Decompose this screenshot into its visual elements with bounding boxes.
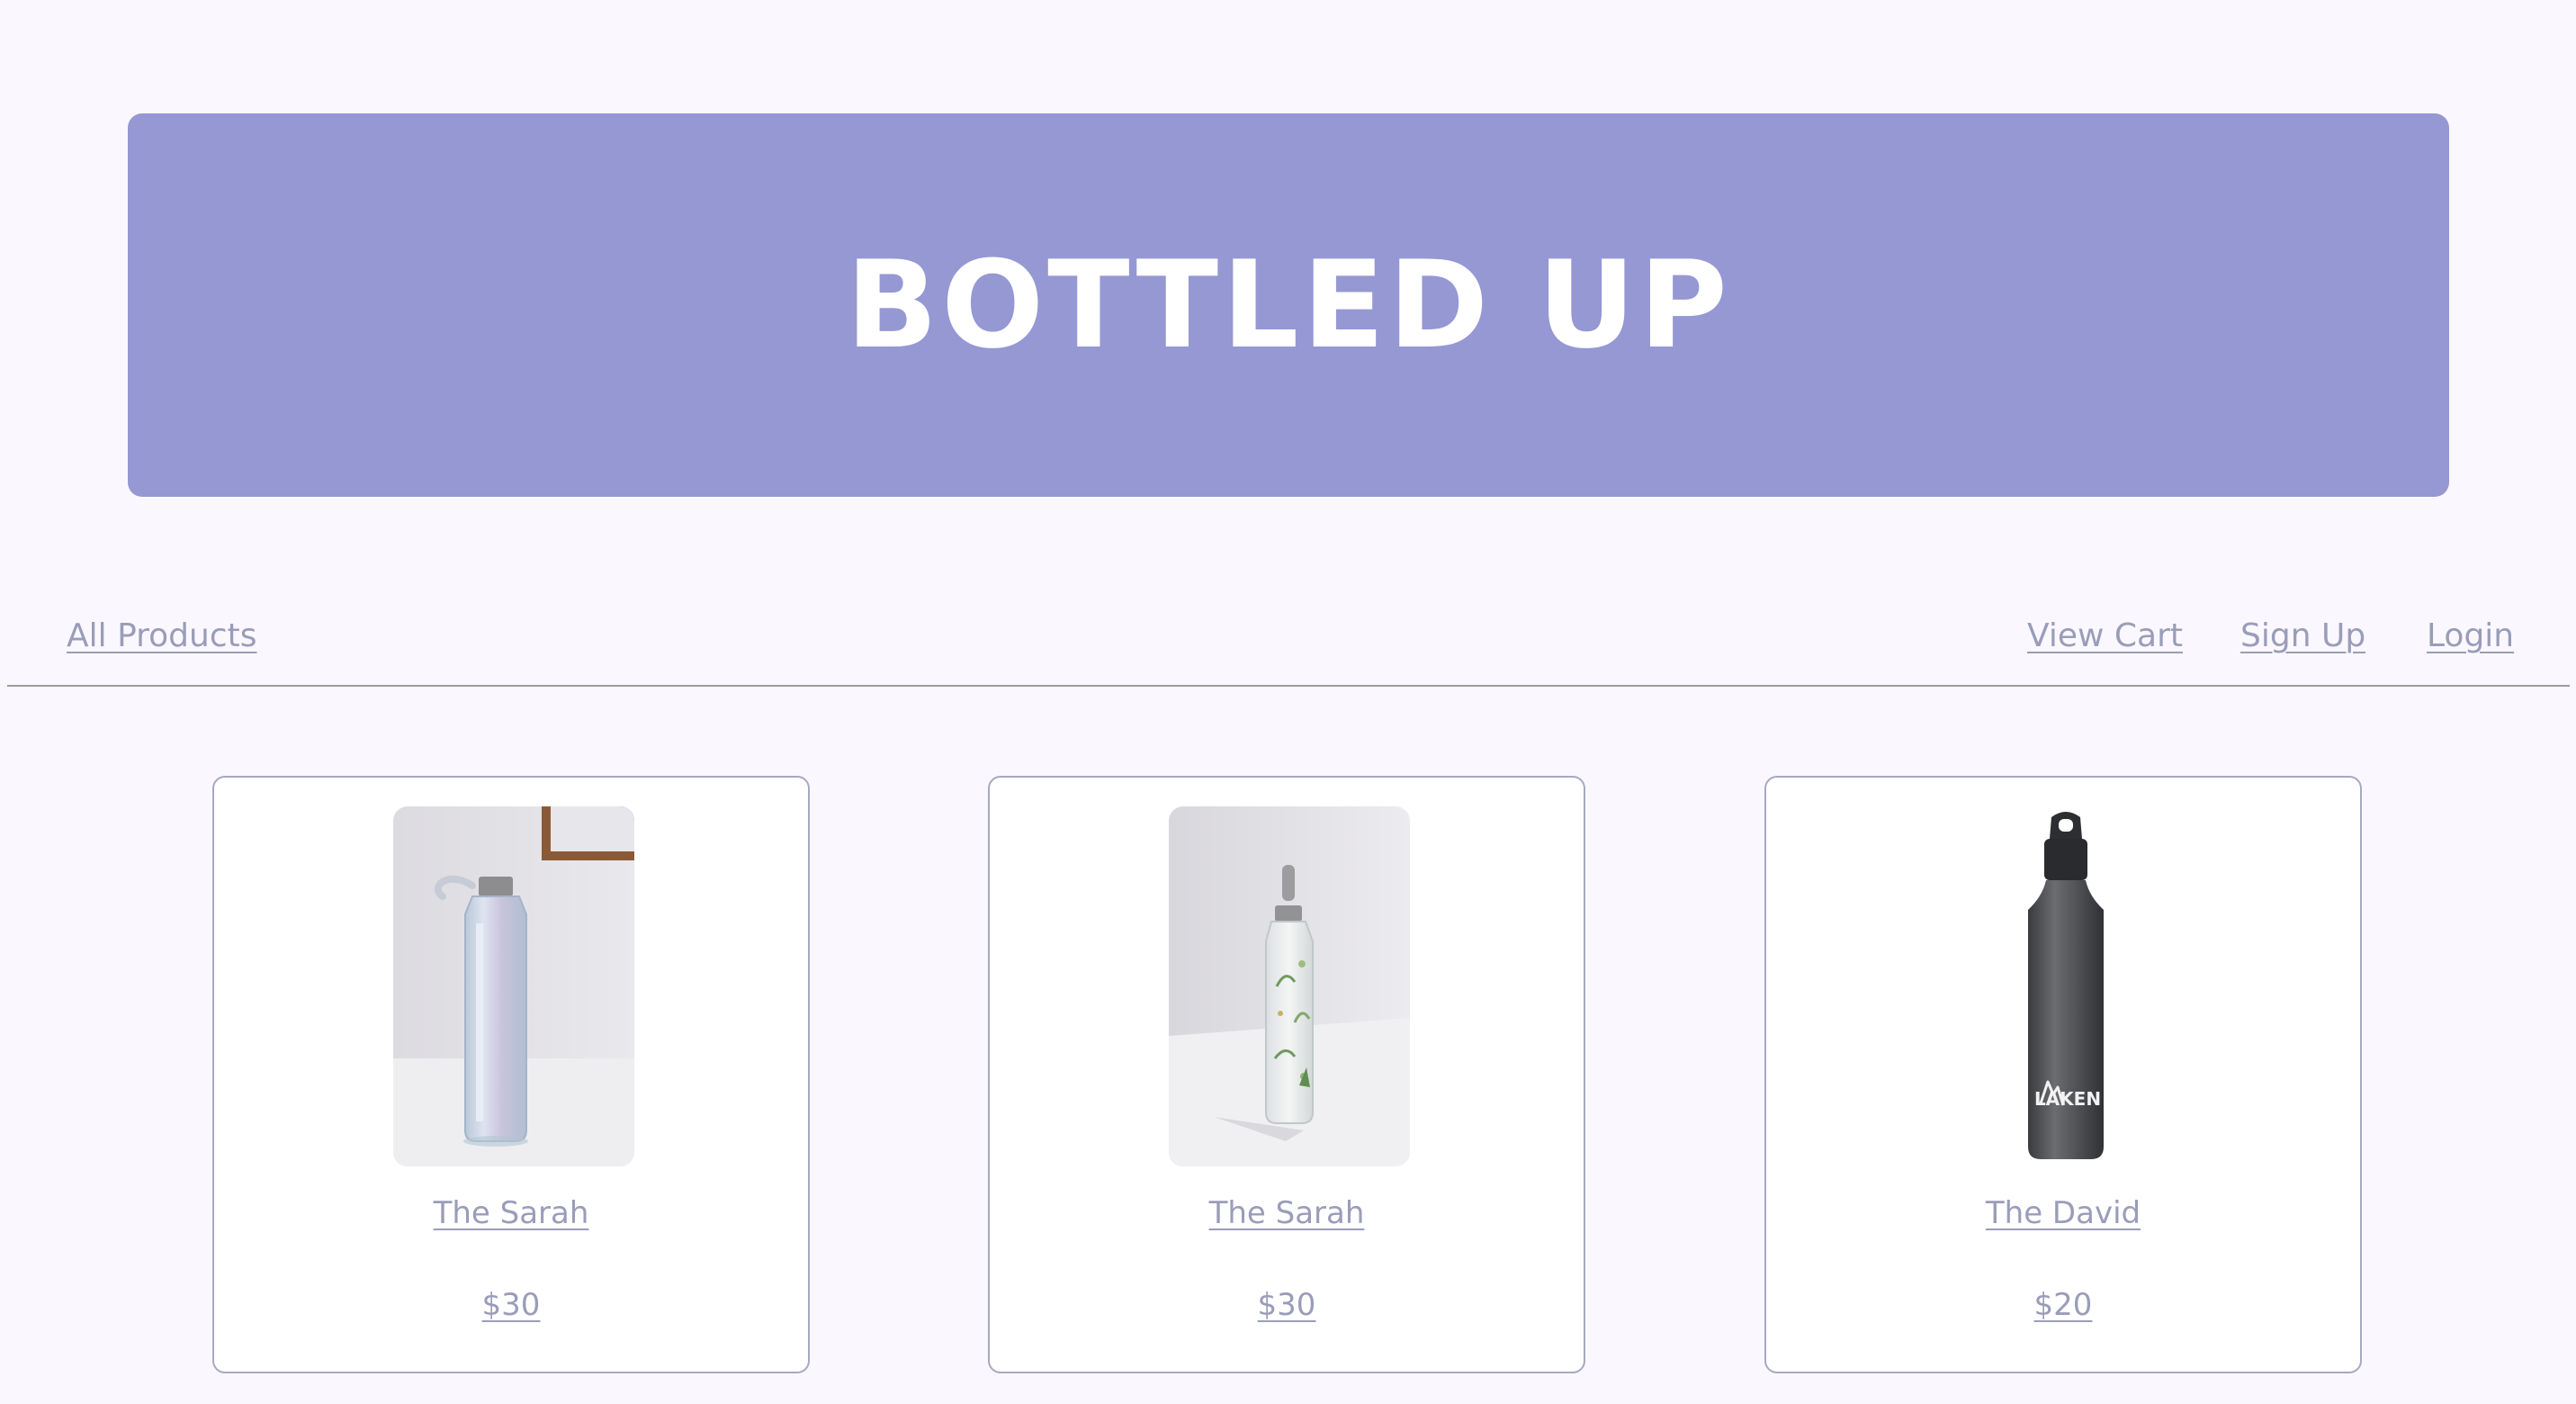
site-title: BOTTLED UP [846,235,1731,375]
nav-divider [7,685,2570,687]
product-price-link[interactable]: $20 [1766,1287,2360,1323]
page: BOTTLED UP All Products View Cart Sign U… [0,0,2576,1404]
nav-view-cart-link[interactable]: View Cart [2027,617,2183,654]
svg-text:LAKEN: LAKEN [2034,1088,2101,1110]
header-banner: BOTTLED UP [128,113,2449,497]
product-image-clear-glass-bottle[interactable] [393,806,634,1166]
nav-sign-up-link[interactable]: Sign Up [2240,617,2365,654]
nav-login-link[interactable]: Login [2427,617,2514,654]
product-card[interactable]: LAKEN The David $20 [1764,776,2362,1373]
product-price-link[interactable]: $30 [990,1287,1584,1323]
product-price-link[interactable]: $30 [214,1287,808,1323]
product-name-link[interactable]: The Sarah [214,1195,808,1231]
product-card[interactable]: The Sarah $30 [212,776,810,1373]
product-image-floral-glass-bottle[interactable] [1169,806,1410,1166]
product-image-gray-aluminum-bottle[interactable]: LAKEN [1945,806,2186,1166]
product-card[interactable]: The Sarah $30 [988,776,1585,1373]
product-name-link[interactable]: The David [1766,1195,2360,1231]
product-name-link[interactable]: The Sarah [990,1195,1584,1231]
nav-all-products-link[interactable]: All Products [67,617,257,654]
